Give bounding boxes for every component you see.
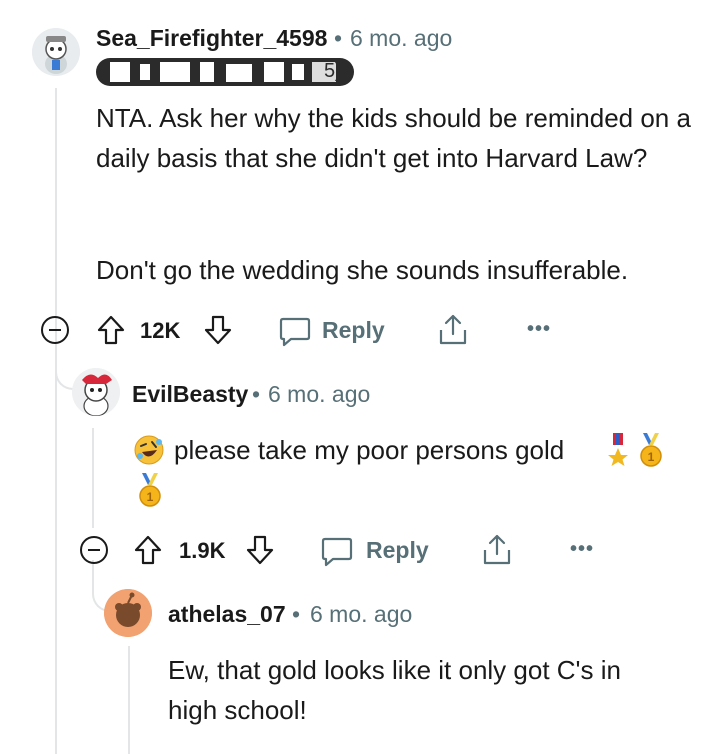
redaction-block [140,64,150,80]
meta-separator: • [252,381,261,407]
thread-line-level3 [128,646,130,754]
redaction-block [160,62,190,82]
redaction-block [292,64,304,80]
svg-text:1: 1 [648,450,655,464]
reply-button[interactable]: Reply [366,537,429,564]
avatar[interactable] [104,589,152,637]
thread-line-level2 [92,428,94,528]
redaction-block [226,64,252,82]
avatar[interactable] [32,28,80,76]
downvote-icon[interactable] [203,314,233,346]
comment-timestamp: 6 mo. ago [310,601,413,627]
more-options-button[interactable]: ••• [527,318,551,341]
gold-medal-emoji: 1 [640,433,662,467]
comment-body: please take my poor persons gold [174,435,565,465]
redaction-block [110,62,130,82]
user-flair: 5] [96,58,354,86]
vote-count: 12K [140,318,181,343]
avatar[interactable] [72,368,120,416]
more-options-button[interactable]: ••• [570,538,594,561]
comment-body: Ew, that gold looks like it only got C's… [168,655,621,725]
redaction-block [264,62,284,82]
reply-bubble-icon[interactable] [278,314,312,348]
gold-medal-emoji: 1 [139,473,161,507]
snoo-avatar-icon [104,589,152,637]
rofl-emoji [134,435,164,465]
medal-emoji [608,433,628,466]
comment-timestamp: 6 mo. ago [268,381,371,407]
upvote-icon[interactable] [96,314,126,346]
svg-text:1: 1 [147,490,154,504]
snoo-avatar-icon [32,28,80,76]
reply-button[interactable]: Reply [322,317,385,344]
meta-separator: • [334,25,343,51]
upvote-icon[interactable] [133,534,163,566]
collapse-thread-button[interactable] [80,536,108,564]
comment-author[interactable]: EvilBeasty [132,381,248,408]
comment-author[interactable]: athelas_07 [168,601,286,628]
snoo-avatar-icon [72,368,120,416]
comment-body-paragraph: Don't go the wedding she sounds insuffer… [96,255,629,285]
flair-text: 5] [324,60,341,82]
comment-body: NTA. Ask her why the kids should be remi… [96,103,691,173]
comment-author[interactable]: Sea_Firefighter_4598 [96,25,327,52]
reply-bubble-icon[interactable] [320,534,354,568]
redaction-block [200,62,214,82]
downvote-icon[interactable] [245,534,275,566]
meta-separator: • [292,601,301,627]
vote-count: 1.9K [179,538,226,563]
share-icon[interactable] [480,532,514,568]
thread-line-root [55,88,57,754]
collapse-thread-button[interactable] [41,316,69,344]
share-icon[interactable] [436,312,470,348]
comment-timestamp: 6 mo. ago [350,25,453,51]
